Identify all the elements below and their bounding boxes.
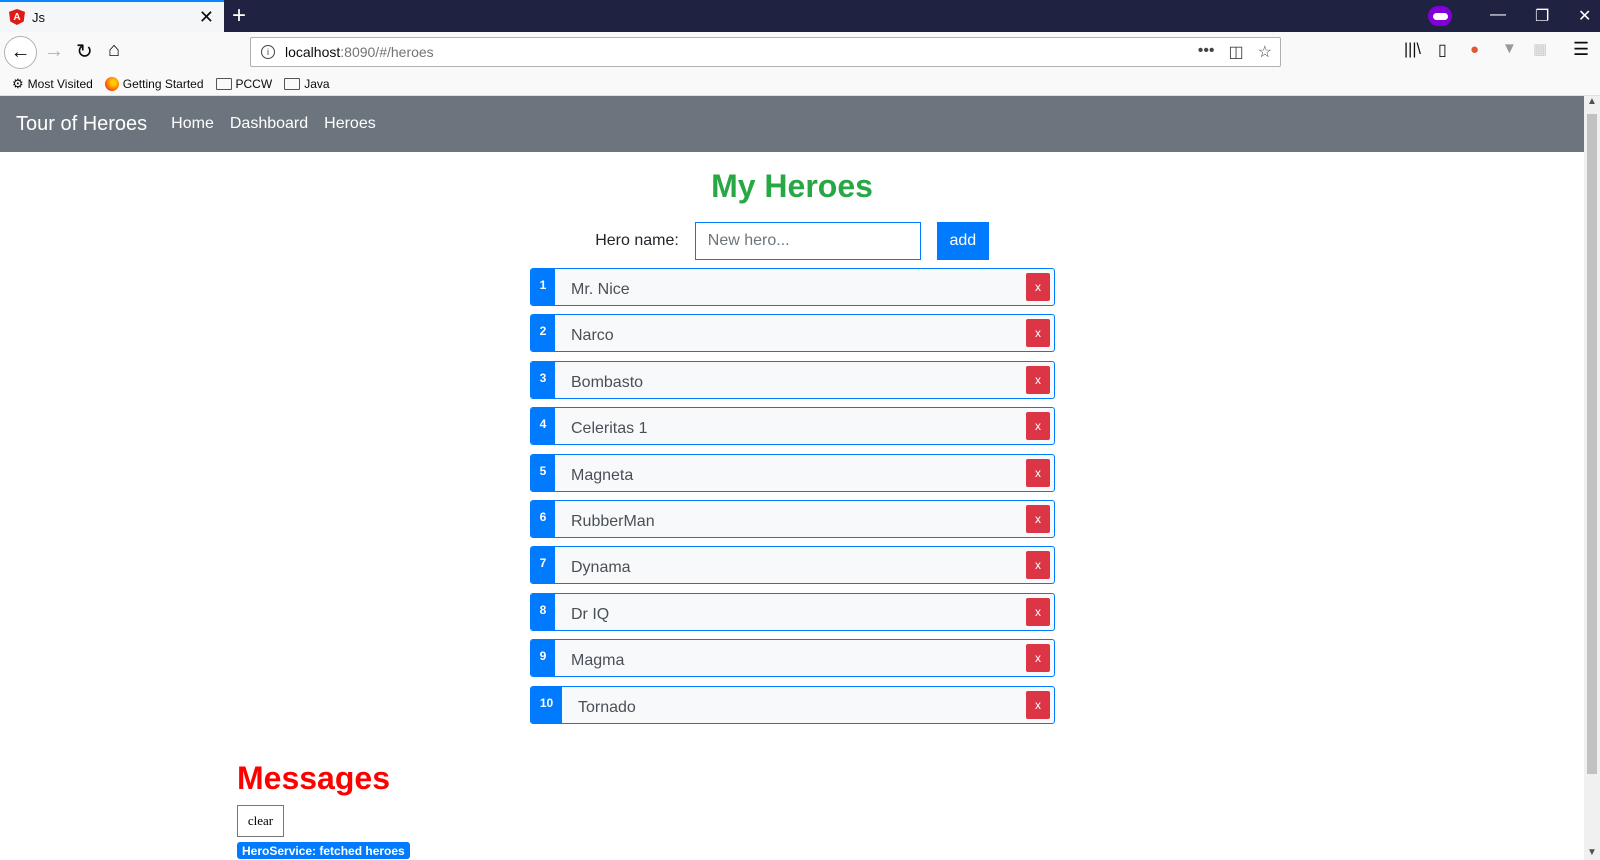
hero-id-badge: 4 bbox=[531, 408, 555, 445]
delete-hero-button[interactable]: x bbox=[1026, 551, 1050, 580]
hero-list-item[interactable]: 5 Magneta x bbox=[530, 453, 1055, 492]
window-close-icon[interactable]: ✕ bbox=[1578, 6, 1591, 26]
hero-id-badge: 6 bbox=[531, 500, 555, 537]
scroll-down-icon[interactable]: ▼ bbox=[1587, 847, 1597, 858]
browser-tab[interactable]: A Js ✕ bbox=[0, 0, 224, 32]
bookmark-label: Getting Started bbox=[122, 76, 204, 91]
hero-list-item[interactable]: 2 Narco x bbox=[530, 314, 1055, 353]
hero-list: 1 Mr. Nice x 2 Narco x 3 Bombasto x 4 Celeritas 1 x… bbox=[530, 268, 1055, 732]
delete-hero-button[interactable]: x bbox=[1026, 504, 1050, 533]
info-icon[interactable]: i bbox=[261, 45, 275, 59]
bookmark-getting-started[interactable]: Getting Started bbox=[104, 76, 204, 91]
hero-list-item[interactable]: 4 Celeritas 1 x bbox=[530, 407, 1055, 446]
nav-home[interactable]: Home bbox=[171, 115, 214, 133]
gear-icon: ⚙ bbox=[12, 75, 24, 91]
add-hero-form: Hero name: add bbox=[0, 222, 1584, 260]
browser-toolbar: ← → ↻ ⌂ i localhost:8090/#/heroes ••• ◫ … bbox=[0, 32, 1600, 72]
bookmark-pccw[interactable]: PCCW bbox=[215, 76, 273, 91]
hero-id-badge: 5 bbox=[531, 454, 555, 491]
hero-id-badge: 7 bbox=[531, 547, 555, 584]
home-icon[interactable]: ⌂ bbox=[108, 39, 120, 62]
address-bar[interactable]: i localhost:8090/#/heroes ••• ◫ ☆ bbox=[250, 37, 1281, 67]
duckduckgo-icon[interactable]: ● bbox=[1470, 41, 1479, 58]
bookmark-most-visited[interactable]: ⚙ Most Visited bbox=[12, 76, 93, 92]
hero-name-link[interactable]: Dynama bbox=[571, 553, 631, 577]
library-icon[interactable]: |||\ bbox=[1404, 41, 1421, 59]
firefox-icon bbox=[104, 76, 119, 91]
add-hero-button[interactable]: add bbox=[936, 222, 989, 260]
reload-icon[interactable]: ↻ bbox=[76, 39, 93, 64]
clear-messages-button[interactable]: clear bbox=[237, 805, 284, 837]
private-browsing-icon bbox=[1428, 6, 1452, 26]
hero-id-badge: 1 bbox=[531, 269, 555, 305]
page-scrollbar[interactable]: ▲ ▼ bbox=[1584, 96, 1600, 860]
back-arrow-icon[interactable]: ← bbox=[4, 36, 37, 69]
url-host: localhost bbox=[285, 44, 341, 60]
scroll-up-icon[interactable]: ▲ bbox=[1587, 96, 1597, 107]
angular-favicon-icon: A bbox=[9, 9, 25, 25]
hero-name-link[interactable]: Magneta bbox=[571, 461, 633, 485]
delete-hero-button[interactable]: x bbox=[1026, 412, 1050, 441]
hero-list-item[interactable]: 7 Dynama x bbox=[530, 546, 1055, 585]
tab-close-icon[interactable]: ✕ bbox=[199, 7, 214, 28]
extension-icon[interactable]: ▼ bbox=[1502, 40, 1517, 57]
bookmarks-bar: ⚙ Most Visited Getting Started PCCW Java bbox=[0, 72, 1600, 96]
pocket-icon[interactable]: ◫ bbox=[1229, 42, 1244, 62]
folder-icon bbox=[284, 77, 301, 90]
hero-name-link[interactable]: Magma bbox=[571, 646, 624, 670]
hero-id-badge: 3 bbox=[531, 361, 555, 398]
hero-list-item[interactable]: 3 Bombasto x bbox=[530, 360, 1055, 399]
hero-name-link[interactable]: Tornado bbox=[578, 693, 636, 717]
hero-name-link[interactable]: Dr IQ bbox=[571, 600, 609, 624]
tab-title: Js bbox=[32, 9, 45, 25]
delete-hero-button[interactable]: x bbox=[1026, 273, 1050, 301]
hero-list-item[interactable]: 10 Tornado x bbox=[530, 685, 1055, 724]
hero-list-item[interactable]: 8 Dr IQ x bbox=[530, 592, 1055, 631]
hero-name-label: Hero name: bbox=[595, 232, 679, 249]
restore-icon[interactable]: ❐ bbox=[1535, 6, 1549, 26]
bookmark-java[interactable]: Java bbox=[284, 76, 330, 91]
folder-icon bbox=[215, 77, 232, 90]
url-path: :8090/#/heroes bbox=[340, 44, 434, 60]
page-actions-icon[interactable]: ••• bbox=[1198, 42, 1215, 62]
nav-heroes[interactable]: Heroes bbox=[324, 115, 376, 133]
delete-hero-button[interactable]: x bbox=[1026, 597, 1050, 626]
hero-id-badge: 9 bbox=[531, 640, 555, 677]
message-item: HeroService: fetched heroes bbox=[237, 842, 410, 859]
app-navbar: Tour of Heroes Home Dashboard Heroes bbox=[0, 96, 1584, 152]
hero-list-item[interactable]: 1 Mr. Nice x bbox=[530, 268, 1055, 306]
delete-hero-button[interactable]: x bbox=[1026, 458, 1050, 487]
messages-title: Messages bbox=[237, 760, 390, 796]
hero-name-link[interactable]: Celeritas 1 bbox=[571, 414, 647, 438]
bookmark-star-icon[interactable]: ☆ bbox=[1258, 42, 1272, 62]
hero-name-link[interactable]: RubberMan bbox=[571, 507, 655, 531]
hero-name-link[interactable]: Narco bbox=[571, 321, 614, 345]
hero-id-badge: 10 bbox=[531, 686, 562, 723]
delete-hero-button[interactable]: x bbox=[1026, 365, 1050, 394]
bookmark-label: Java bbox=[304, 76, 330, 91]
hero-name-link[interactable]: Mr. Nice bbox=[571, 275, 630, 299]
delete-hero-button[interactable]: x bbox=[1026, 319, 1050, 348]
sidebar-icon[interactable]: ▯ bbox=[1438, 40, 1447, 60]
new-tab-icon[interactable]: + bbox=[232, 2, 246, 30]
hero-name-input[interactable] bbox=[694, 222, 921, 260]
scrollbar-thumb[interactable] bbox=[1587, 114, 1597, 774]
hero-name-link[interactable]: Bombasto bbox=[571, 368, 643, 392]
browser-tab-bar: A Js ✕ + — ❐ ✕ bbox=[0, 0, 1600, 32]
page-title: My Heroes bbox=[711, 168, 873, 204]
forward-arrow-icon[interactable]: → bbox=[44, 40, 64, 63]
delete-hero-button[interactable]: x bbox=[1026, 690, 1050, 719]
hero-id-badge: 2 bbox=[531, 315, 555, 352]
nav-dashboard[interactable]: Dashboard bbox=[230, 115, 308, 133]
delete-hero-button[interactable]: x bbox=[1026, 644, 1050, 673]
extension-box-icon[interactable]: ▦ bbox=[1533, 40, 1547, 58]
hero-list-item[interactable]: 9 Magma x bbox=[530, 639, 1055, 678]
brand-link[interactable]: Tour of Heroes bbox=[16, 113, 147, 136]
hero-id-badge: 8 bbox=[531, 593, 555, 630]
bookmark-label: PCCW bbox=[235, 76, 273, 91]
hero-list-item[interactable]: 6 RubberMan x bbox=[530, 499, 1055, 538]
minimize-icon[interactable]: — bbox=[1490, 6, 1506, 24]
bookmark-label: Most Visited bbox=[27, 76, 93, 91]
menu-hamburger-icon[interactable]: ☰ bbox=[1573, 39, 1589, 60]
